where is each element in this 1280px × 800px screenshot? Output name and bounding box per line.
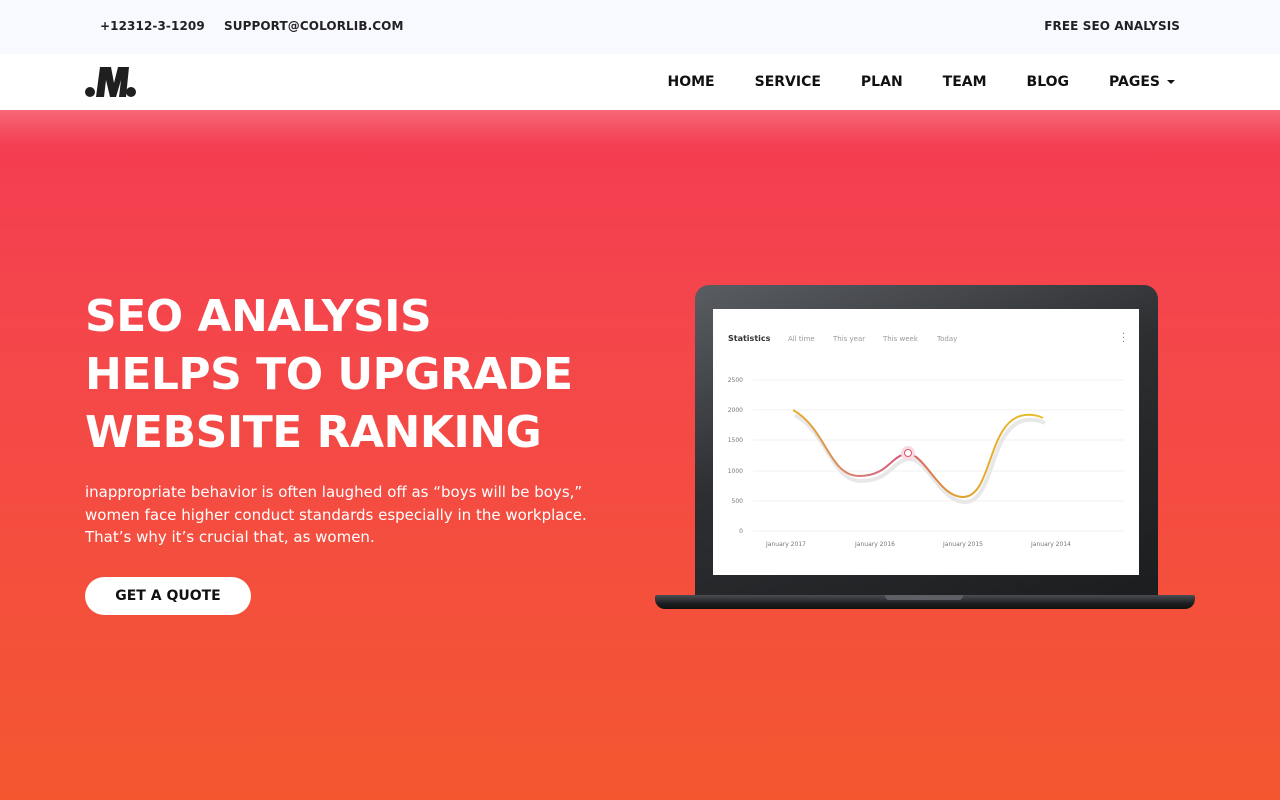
y-tick-label: 2500	[728, 377, 743, 384]
nav-menu: HOME SERVICE PLAN TEAM BLOG PAGES	[627, 54, 1175, 110]
logo-icon[interactable]	[85, 67, 137, 97]
nav-plan[interactable]: PLAN	[861, 74, 903, 90]
nav-plan-label: PLAN	[860, 74, 903, 90]
top-bar: +12312-3-1209 SUPPORT@COLORLIB.COM FREE …	[0, 0, 1280, 54]
y-tick-label: 2000	[728, 407, 743, 414]
nav-home-label: HOME	[667, 74, 715, 90]
nav-service-label: SERVICE	[754, 74, 821, 90]
caret-down-icon	[1167, 80, 1175, 84]
free-seo-analysis-link[interactable]: FREE SEO ANALYSIS	[1044, 19, 1180, 33]
tab-this-week[interactable]: This week	[883, 335, 918, 343]
phone-number[interactable]: +12312-3-1209	[100, 19, 205, 33]
tab-all-time[interactable]: All time	[788, 335, 815, 343]
y-tick-label: 0	[739, 528, 743, 535]
nav-team[interactable]: TEAM	[943, 74, 987, 90]
hero-headline: SEO ANALYSIS HELPS TO UPGRADE WEBSITE RA…	[85, 288, 625, 462]
nav-team-label: TEAM	[942, 74, 987, 90]
y-tick-label: 1000	[728, 468, 743, 475]
x-tick-label: January 2015	[942, 541, 983, 548]
nav-pages-dropdown[interactable]: PAGES	[1109, 74, 1175, 90]
headline-line-1: SEO ANALYSIS	[85, 291, 432, 342]
laptop-notch	[885, 595, 963, 600]
y-tick-label: 500	[732, 498, 744, 505]
nav-service[interactable]: SERVICE	[755, 74, 821, 90]
tab-this-year[interactable]: This year	[833, 335, 865, 343]
headline-line-2: HELPS TO UPGRADE	[85, 349, 573, 400]
more-options-icon[interactable]: · · ·	[1122, 330, 1125, 348]
x-tick-label: January 2016	[854, 541, 895, 548]
support-email[interactable]: SUPPORT@COLORLIB.COM	[224, 19, 404, 33]
hero-top-fade	[0, 110, 1280, 146]
statistics-title: Statistics	[728, 334, 771, 343]
hero-section: SEO ANALYSIS HELPS TO UPGRADE WEBSITE RA…	[0, 110, 1280, 800]
x-tick-label: January 2017	[765, 541, 806, 548]
x-tick-label: January 2014	[1030, 541, 1071, 548]
hero-description: inappropriate behavior is often laughed …	[85, 483, 587, 546]
nav-home[interactable]: HOME	[667, 74, 714, 90]
nav-pages-label: PAGES	[1109, 74, 1160, 90]
laptop-illustration: 2500 2000 1500 1000 500 0 January 2017 J…	[655, 285, 1195, 613]
laptop-screen: 2500 2000 1500 1000 500 0 January 2017 J…	[713, 309, 1139, 575]
get-a-quote-button[interactable]: GET A QUOTE	[85, 577, 251, 615]
data-point	[904, 449, 912, 457]
tab-today[interactable]: Today	[937, 335, 957, 343]
statistics-chart: 2500 2000 1500 1000 500 0 January 2017 J…	[728, 377, 1124, 548]
main-navbar: HOME SERVICE PLAN TEAM BLOG PAGES	[0, 54, 1280, 110]
laptop-lid: 2500 2000 1500 1000 500 0 January 2017 J…	[695, 285, 1158, 597]
nav-blog[interactable]: BLOG	[1027, 74, 1070, 90]
headline-line-3: WEBSITE RANKING	[85, 407, 542, 458]
y-tick-label: 1500	[728, 437, 743, 444]
series-line	[792, 409, 1044, 499]
nav-blog-label: BLOG	[1026, 74, 1070, 90]
